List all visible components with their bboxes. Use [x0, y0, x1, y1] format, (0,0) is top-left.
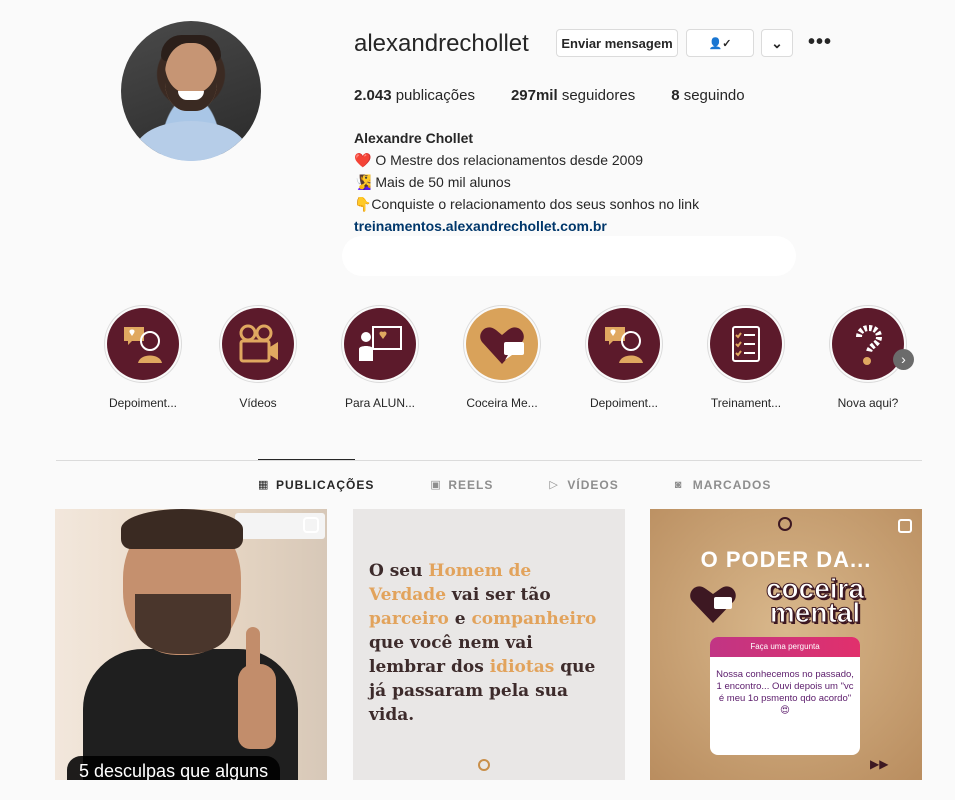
highlight-label: Para ALUN... [344, 396, 416, 410]
reel-icon [303, 517, 319, 533]
highlight-ring [829, 305, 907, 383]
tab-reels[interactable]: ▣ REELS [430, 478, 493, 492]
tab-label: PUBLICAÇÕES [276, 478, 375, 492]
camera-icon [222, 308, 294, 380]
tab-label: REELS [448, 478, 494, 492]
highlight-ring [585, 305, 663, 383]
more-options-icon[interactable]: ••• [808, 32, 832, 53]
tab-tagged[interactable]: ◙ MARCADOS [675, 478, 772, 492]
highlight-item[interactable]: Depoiment... [569, 305, 679, 410]
profile-stats: 2.043 publicações 297mil seguidores 8 se… [354, 87, 745, 104]
person-hair [121, 509, 243, 549]
highlight-ring [707, 305, 785, 383]
person-hand [238, 664, 276, 749]
send-message-button[interactable]: Enviar mensagem [556, 29, 678, 57]
highlight-item[interactable]: Coceira Me... [447, 305, 557, 410]
post-thumbnail[interactable]: O PODER DA... coceira mental Faça uma pe… [650, 509, 922, 780]
story-highlights: Depoiment... Vídeos Para ALUN... Coceira… [88, 305, 928, 425]
highlight-label: Vídeos [239, 396, 277, 410]
active-tab-indicator [258, 459, 355, 460]
highlight-item[interactable]: Treinament... [691, 305, 801, 410]
checklist-icon [710, 308, 782, 380]
following-button[interactable]: 👤✓ [686, 29, 754, 57]
carousel-icon [898, 519, 912, 533]
highlight-item[interactable]: Vídeos [203, 305, 313, 410]
highlight-ring [219, 305, 297, 383]
followers-stat[interactable]: 297mil seguidores [511, 87, 635, 104]
post-caption: 5 desculpas que alguns [67, 756, 281, 780]
post-thumbnail[interactable]: O seu Homem de Verdade vai ser tão parce… [353, 509, 625, 780]
highlight-label: Nova aqui? [837, 396, 899, 410]
tab-videos[interactable]: ▷ VÍDEOS [549, 478, 618, 492]
play-icon: ▷ [549, 479, 559, 491]
brand-logo-icon [778, 517, 792, 531]
highlight-label: Depoiment... [589, 396, 659, 410]
bio-line-1: ❤️ O Mestre dos relacionamentos desde 20… [354, 152, 644, 168]
highlight-ring [104, 305, 182, 383]
tab-label: MARCADOS [692, 478, 772, 492]
highlight-label: Coceira Me... [466, 396, 538, 410]
avatar-face [165, 43, 217, 111]
highlight-ring [463, 305, 541, 383]
fast-forward-icon: ▶▶ [870, 757, 889, 771]
grid-icon: ▦ [258, 479, 270, 491]
tag-icon: ◙ [674, 479, 683, 491]
profile-tabs: ▦ PUBLICAÇÕES ▣ REELS ▷ VÍDEOS ◙ MARCADO… [258, 478, 771, 492]
highlight-item[interactable]: Depoiment... [88, 305, 198, 410]
highlight-label: Treinament... [710, 396, 782, 410]
highlight-label: Depoiment... [108, 396, 178, 410]
bio-line-2: 🧏‍♀️ Mais de 50 mil alunos [354, 174, 511, 190]
post-title: O PODER DA... [700, 547, 872, 572]
post-person-image [83, 509, 298, 780]
bio-name: Alexandre Chollet [354, 130, 474, 146]
person-check-icon: 👤✓ [708, 37, 732, 50]
heart-chat-icon [690, 586, 736, 623]
tab-label: VÍDEOS [567, 478, 619, 492]
posts-stat: 2.043 publicações [354, 87, 475, 104]
person-beard [135, 594, 231, 654]
profile-username: alexandrechollet [354, 30, 529, 57]
chevron-down-icon: ⌄ [771, 35, 783, 51]
question-card-header: Faça uma pergunta [710, 637, 860, 657]
heart-woman-icon [588, 308, 660, 380]
heart-chat-icon [466, 308, 538, 380]
question-card: Faça uma pergunta Nossa conhecemos no pa… [710, 637, 860, 755]
question-card-body: Nossa conhecemos no passado, 1 encontro.… [716, 669, 854, 716]
chevron-right-icon[interactable]: › [893, 349, 914, 370]
highlight-item[interactable]: Para ALUN... [325, 305, 435, 410]
post-headline: coceira mental [765, 573, 865, 628]
bio-link[interactable]: treinamentos.alexandrechollet.com.br [354, 215, 699, 237]
post-quote-text: O seu Homem de Verdade vai ser tão parce… [369, 561, 597, 725]
suggested-dropdown-button[interactable]: ⌄ [761, 29, 793, 57]
tab-posts[interactable]: ▦ PUBLICAÇÕES [258, 478, 374, 492]
heart-woman-icon [107, 308, 179, 380]
bio-line-3: 👇Conquiste o relacionamento dos seus son… [354, 196, 700, 212]
following-stat[interactable]: 8 seguindo [671, 87, 744, 104]
question-icon [832, 308, 904, 380]
profile-bio: Alexandre Chollet ❤️ O Mestre dos relaci… [354, 127, 699, 237]
reels-icon: ▣ [430, 479, 442, 491]
teacher-icon [344, 308, 416, 380]
redacted-area [342, 236, 796, 276]
avatar-shirt [135, 121, 247, 161]
brand-logo-icon [478, 759, 490, 771]
post-thumbnail[interactable]: 5 desculpas que alguns [55, 509, 327, 780]
section-divider [56, 460, 922, 461]
highlight-ring [341, 305, 419, 383]
profile-avatar[interactable] [121, 21, 261, 161]
